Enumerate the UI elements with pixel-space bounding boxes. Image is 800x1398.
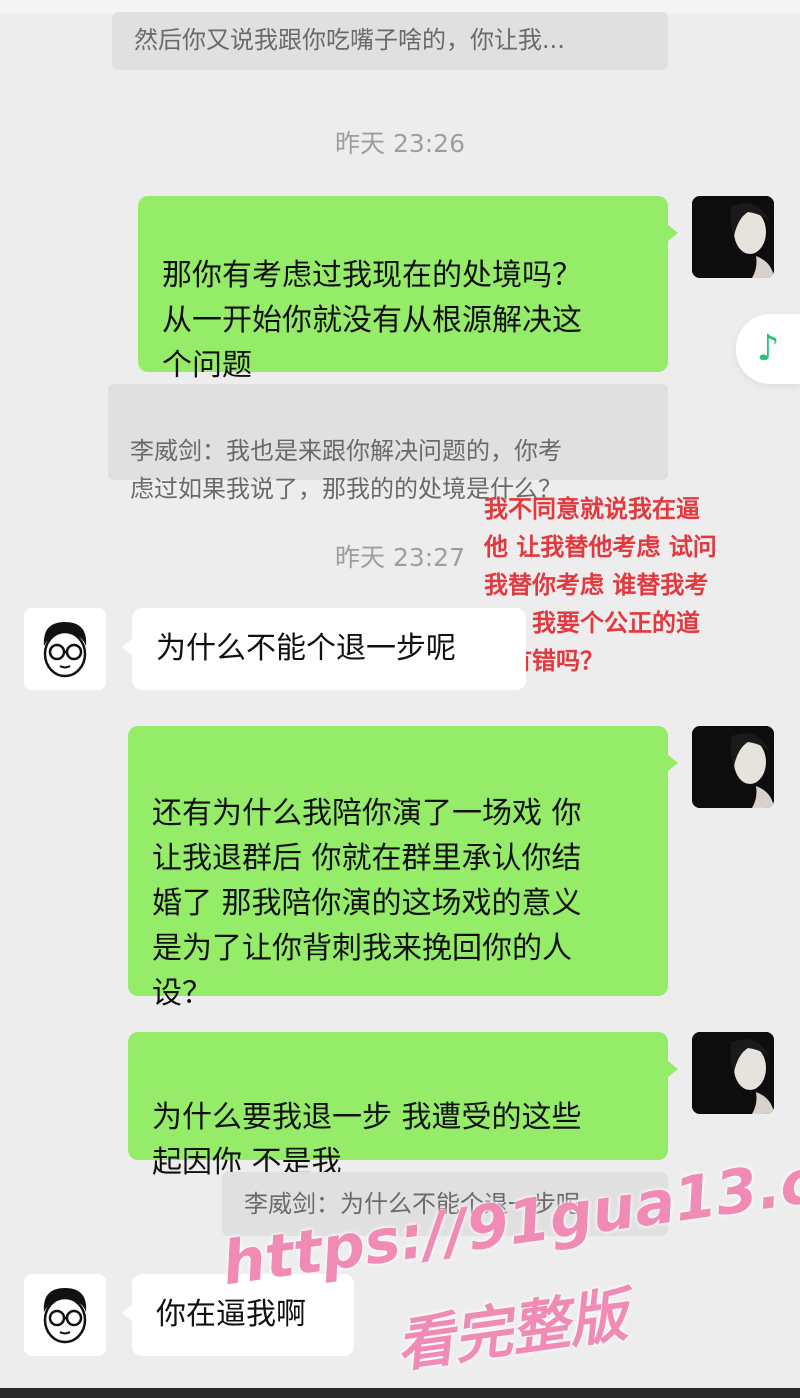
avatar[interactable] xyxy=(692,1032,774,1114)
portrait-avatar-image xyxy=(692,726,774,808)
cartoon-avatar-image xyxy=(24,608,106,690)
message-text: 还有为什么我陪你演了一场戏 你 让我退群后 你就在群里承认你结 婚了 那我陪你演… xyxy=(152,796,582,1011)
music-player-button[interactable]: ♪ xyxy=(736,314,800,384)
avatar[interactable] xyxy=(692,196,774,278)
chat-bubble-sent[interactable]: 还有为什么我陪你演了一场戏 你 让我退群后 你就在群里承认你结 婚了 那我陪你演… xyxy=(128,726,678,1011)
avatar[interactable] xyxy=(24,1274,106,1356)
quoted-reply[interactable]: 然后你又说我跟你吃嘴子啥的，你让我... xyxy=(112,12,668,70)
quoted-reply-text: 然后你又说我跟你吃嘴子啥的，你让我... xyxy=(134,26,565,54)
avatar[interactable] xyxy=(692,726,774,808)
message-text: 那你有考虑过我现在的处境吗？ 从一开始你就没有从根源解决这 个问题 xyxy=(162,258,582,383)
message-text: 为什么要我退一步 我遭受的这些 起因你 不是我 xyxy=(152,1100,582,1180)
message-text: 为什么不能个退一步呢 xyxy=(156,631,456,666)
chat-bubble-sent[interactable]: 为什么要我退一步 我遭受的这些 起因你 不是我 xyxy=(128,1032,678,1180)
avatar[interactable] xyxy=(24,608,106,690)
watermark-subtitle: 看完整版 xyxy=(391,1280,632,1381)
chat-bubble-sent[interactable]: 那你有考虑过我现在的处境吗？ 从一开始你就没有从根源解决这 个问题 xyxy=(138,196,678,383)
message-text: 你在逼我啊 xyxy=(156,1297,306,1332)
chat-bubble-received[interactable]: 为什么不能个退一步呢 xyxy=(122,608,526,690)
cartoon-avatar-image xyxy=(24,1274,106,1356)
portrait-avatar-image xyxy=(692,196,774,278)
timestamp: 昨天 23:26 xyxy=(335,129,465,158)
portrait-avatar-image xyxy=(692,1032,774,1114)
bottom-edge xyxy=(0,1388,800,1398)
quoted-reply[interactable]: 李威剑：我也是来跟你解决问题的，你考 虑过如果我说了，那我的的处境是什么？ xyxy=(108,384,668,503)
music-note-icon: ♪ xyxy=(756,328,780,369)
